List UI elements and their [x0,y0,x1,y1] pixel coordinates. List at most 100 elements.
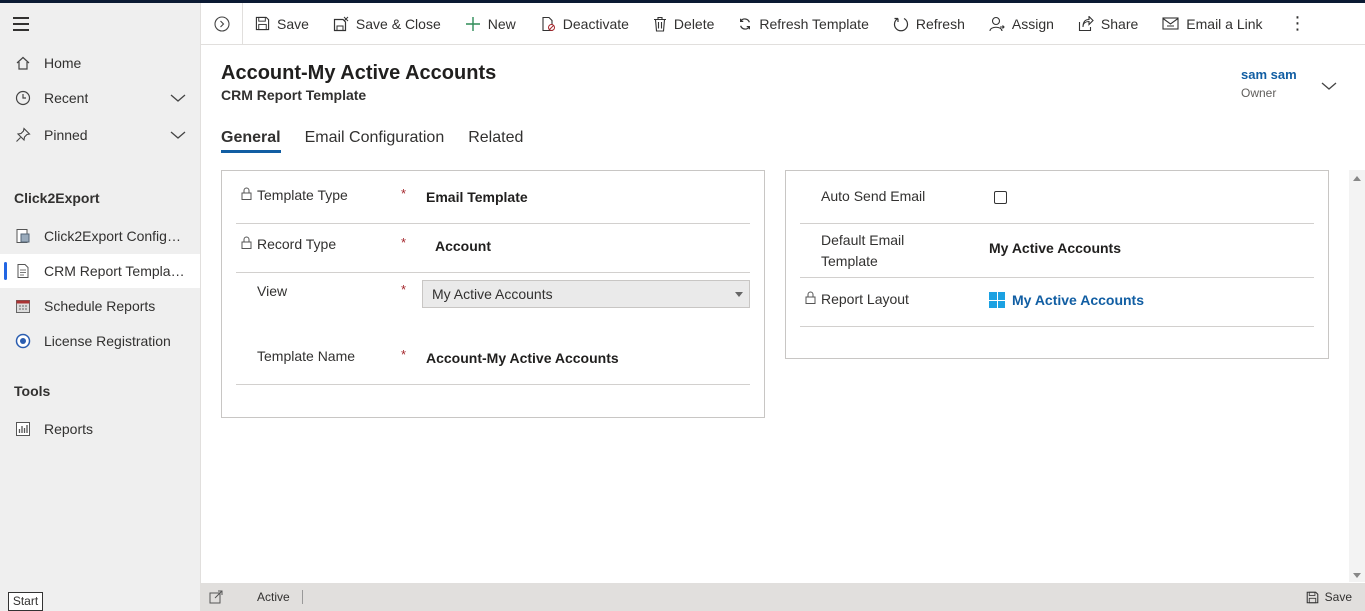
entity-subtitle: CRM Report Template [221,87,367,103]
save-close-icon [333,16,349,31]
document-icon [14,262,32,280]
sidebar-item-pinned[interactable]: Pinned [0,118,200,152]
template-name-value[interactable]: Account-My Active Accounts [426,350,619,366]
sidebar-item-label: Reports [44,421,94,437]
config-icon [14,227,32,245]
share-label: Share [1100,15,1139,32]
person-icon [989,16,1005,31]
start-button[interactable]: Start [8,592,43,611]
dropdown-arrow-icon [735,292,743,297]
calendar-icon [14,297,32,315]
email-settings-section: Auto Send Email Default Email Template M… [785,170,1329,359]
sidebar-item-schedule-reports[interactable]: Schedule Reports [0,289,200,323]
email-icon [1162,17,1179,30]
owner-link[interactable]: sam sam [1241,67,1297,82]
default-email-value: My Active Accounts [989,240,1121,256]
sidebar-item-home[interactable]: Home [0,46,200,80]
chevron-down-icon[interactable] [1321,78,1337,94]
assign-label: Assign [1011,15,1054,32]
license-icon [14,332,32,350]
owner-label: Owner [1241,86,1277,100]
refresh-label: Refresh [915,15,965,32]
refresh-button[interactable]: Refresh [881,3,977,45]
save-label: Save [277,15,309,32]
chevron-down-icon[interactable] [170,90,186,106]
template-type-label: Template Type [257,187,348,203]
footer-save-label: Save [1324,590,1352,604]
tab-general[interactable]: General [221,129,281,153]
tab-email-configuration[interactable]: Email Configuration [305,129,445,153]
auto-send-label: Auto Send Email [821,188,926,204]
save-button[interactable]: Save [243,3,321,45]
report-layout-row: Report Layout My Active Accounts [800,278,1314,327]
view-select-value: My Active Accounts [432,286,553,302]
tab-related[interactable]: Related [468,129,523,153]
save-close-button[interactable]: Save & Close [321,3,453,45]
sidebar-item-click2export-config[interactable]: Click2Export Configu... [0,219,200,253]
general-section: Template Type * Email Template Record Ty… [221,170,765,418]
sidebar-item-recent[interactable]: Recent [0,81,200,115]
share-icon [1078,15,1094,31]
assign-button[interactable]: Assign [977,3,1066,45]
chevron-circle-icon [213,15,230,32]
save-close-label: Save & Close [355,15,441,32]
sidebar-item-label: Recent [44,90,89,106]
save-icon [1306,591,1318,603]
template-type-value: Email Template [426,189,528,205]
new-label: New [487,15,516,32]
share-button[interactable]: Share [1066,3,1150,45]
vertical-scrollbar[interactable] [1349,170,1365,582]
default-email-row: Default Email Template My Active Account… [800,224,1314,278]
new-button[interactable]: New [453,3,528,45]
sidebar-item-label: Pinned [44,127,88,143]
clock-icon [14,89,32,107]
save-icon [255,16,270,31]
refresh-template-button[interactable]: Refresh Template [726,3,880,45]
record-type-label: Record Type [257,236,337,252]
report-layout-label: Report Layout [821,291,909,307]
lock-icon [805,291,816,307]
required-marker: * [401,282,407,297]
scroll-down-icon[interactable] [1353,573,1361,578]
delete-button[interactable]: Delete [641,3,726,45]
record-status: Active [257,590,303,604]
back-button[interactable] [201,2,243,45]
plus-icon [465,16,480,31]
sidebar-item-reports[interactable]: Reports [0,412,200,446]
default-email-label-line2: Template [821,253,878,269]
view-row: View * My Active Accounts [236,273,750,333]
sidebar-item-label: Click2Export Configu... [44,228,186,244]
template-name-label: Template Name [257,348,356,364]
entity-tile-icon [989,292,1005,308]
required-marker: * [401,235,407,250]
more-commands-button[interactable]: ⋮ [1275,13,1321,34]
scroll-up-icon[interactable] [1353,176,1361,181]
record-type-row: Record Type * Account [236,224,750,273]
sidebar-section-title: Click2Export [14,190,100,206]
email-link-button[interactable]: Email a Link [1150,3,1274,45]
sidebar-section-title: Tools [14,383,51,399]
sidebar-item-crm-report-templates[interactable]: CRM Report Templates [0,254,200,288]
home-icon [14,54,32,72]
auto-send-checkbox[interactable] [994,191,1007,204]
delete-label: Delete [673,15,715,32]
sync-icon [740,17,751,30]
footer-save-button[interactable]: Save [1306,590,1352,604]
open-new-window-icon[interactable] [209,590,223,604]
refresh-template-label: Refresh Template [759,15,869,32]
sidebar-item-label: CRM Report Templates [44,263,186,279]
auto-send-row: Auto Send Email [800,171,1314,224]
pin-icon [14,126,32,144]
status-footer: Active Save [201,583,1365,611]
sidebar-item-label: Home [44,55,82,71]
view-select[interactable]: My Active Accounts [422,280,750,308]
hamburger-menu-icon[interactable] [13,17,31,31]
deactivate-button[interactable]: Deactivate [528,3,641,45]
report-layout-link[interactable]: My Active Accounts [989,292,1144,308]
template-type-row: Template Type * Email Template [236,171,750,224]
deactivate-icon [542,16,555,31]
chevron-down-icon[interactable] [170,127,186,143]
sidebar-item-license-registration[interactable]: License Registration [0,324,200,358]
sidebar-item-label: Schedule Reports [44,298,156,314]
command-bar: Save Save & Close New Deactivate Delete … [201,2,1365,45]
